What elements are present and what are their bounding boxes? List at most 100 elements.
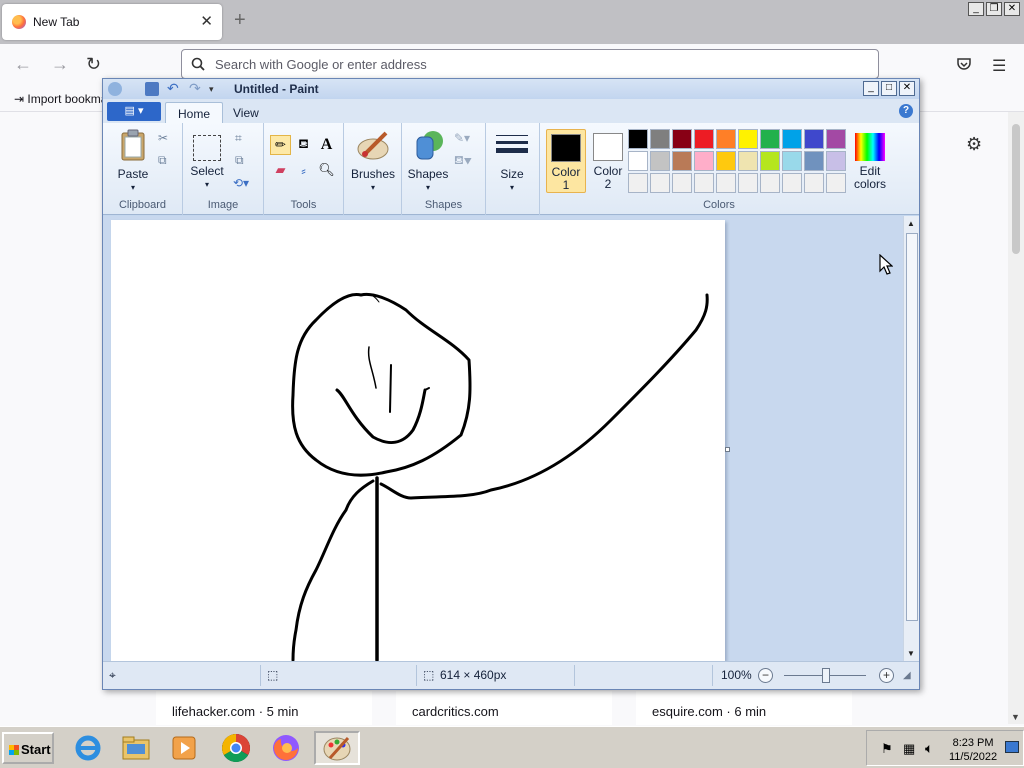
paste-button[interactable]: Paste ▾	[113, 129, 153, 194]
paste-dropdown-arrow-icon[interactable]: ▾	[113, 181, 153, 194]
close-window-button[interactable]: ✕	[1004, 2, 1020, 16]
start-button[interactable]: Start	[2, 732, 54, 764]
color1-button[interactable]: Color 1	[546, 129, 586, 193]
restore-button[interactable]: ❐	[986, 2, 1002, 16]
forward-arrow-icon[interactable]: →	[51, 54, 69, 74]
browser-scrollbar[interactable]: ▼	[1008, 112, 1024, 724]
help-icon[interactable]: ?	[899, 104, 913, 118]
show-desktop-icon[interactable]	[1005, 741, 1019, 753]
palette-swatch[interactable]	[782, 129, 802, 149]
paint-taskbar-icon[interactable]	[314, 731, 360, 765]
edit-colors-button[interactable]: Edit colors	[848, 129, 892, 193]
system-clock[interactable]: 8:23 PM 11/5/2022	[949, 736, 997, 764]
volume-icon[interactable]: 🔈︎	[925, 740, 933, 757]
browser-scroll-thumb[interactable]	[1012, 124, 1020, 254]
palette-swatch[interactable]	[694, 173, 714, 193]
customize-quick-access-icon[interactable]: ▾	[209, 82, 223, 96]
brushes-button[interactable]: Brushes ▾	[350, 129, 396, 194]
palette-swatch[interactable]	[804, 151, 824, 171]
palette-swatch[interactable]	[716, 129, 736, 149]
paint-app-icon[interactable]	[108, 82, 122, 96]
palette-swatch[interactable]	[804, 173, 824, 193]
palette-swatch[interactable]	[672, 173, 692, 193]
eraser-icon[interactable]: ▰	[270, 160, 291, 180]
palette-swatch[interactable]	[628, 173, 648, 193]
palette-swatch[interactable]	[760, 173, 780, 193]
text-tool-icon[interactable]: A	[316, 135, 337, 155]
close-tab-button[interactable]: ✕	[200, 12, 213, 30]
select-dropdown-arrow-icon[interactable]: ▾	[189, 178, 225, 191]
zoom-in-button[interactable]: +	[879, 668, 894, 683]
paint-maximize-button[interactable]: □	[881, 81, 897, 96]
palette-swatch[interactable]	[826, 151, 846, 171]
fill-bucket-icon[interactable]: ⛾	[293, 135, 314, 155]
palette-swatch[interactable]	[694, 151, 714, 171]
brushes-dropdown-arrow-icon[interactable]: ▾	[350, 181, 396, 194]
media-player-icon[interactable]	[166, 731, 202, 765]
internet-explorer-icon[interactable]	[70, 731, 106, 765]
palette-swatch[interactable]	[650, 129, 670, 149]
paint-close-button[interactable]: ✕	[899, 81, 915, 96]
cut-icon[interactable]: ✂	[158, 131, 168, 145]
paint-file-menu-button[interactable]: ▤ ▾	[107, 102, 161, 121]
undo-icon[interactable]: ↶	[167, 81, 181, 96]
import-bookmarks-link[interactable]: ⇥ Import bookma	[14, 92, 107, 106]
zoom-slider-thumb[interactable]	[822, 668, 830, 683]
palette-swatch[interactable]	[782, 151, 802, 171]
drawing-canvas[interactable]	[111, 220, 730, 661]
reload-icon[interactable]: ↻	[86, 54, 101, 74]
canvas-resize-handle[interactable]	[725, 447, 730, 452]
gear-icon[interactable]: ⚙	[966, 134, 982, 155]
canvas-vertical-scrollbar[interactable]: ▲ ▼	[903, 216, 919, 661]
browser-tab-new-tab[interactable]: New Tab ✕	[2, 4, 222, 40]
network-icon[interactable]: ▦	[903, 741, 915, 757]
shapes-dropdown-arrow-icon[interactable]: ▾	[406, 181, 450, 194]
palette-swatch[interactable]	[804, 129, 824, 149]
palette-swatch[interactable]	[716, 173, 736, 193]
pencil-icon[interactable]: ✏	[270, 135, 291, 155]
palette-swatch[interactable]	[628, 151, 648, 171]
address-bar[interactable]: Search with Google or enter address	[181, 49, 879, 79]
resize-icon[interactable]: ⧉	[235, 153, 244, 168]
palette-swatch[interactable]	[672, 151, 692, 171]
palette-swatch[interactable]	[650, 173, 670, 193]
firefox-icon[interactable]	[268, 731, 304, 765]
palette-swatch[interactable]	[826, 129, 846, 149]
menu-hamburger-icon[interactable]: ☰	[992, 56, 1006, 76]
top-site-card[interactable]: lifehacker.com · 5 min	[156, 691, 372, 725]
color-picker-icon[interactable]: ⸗	[293, 160, 314, 180]
chrome-icon[interactable]	[218, 731, 254, 765]
top-site-card[interactable]: cardcritics.com	[396, 691, 612, 725]
back-arrow-icon[interactable]: ←	[14, 54, 32, 74]
palette-swatch[interactable]	[782, 173, 802, 193]
palette-swatch[interactable]	[716, 151, 736, 171]
top-site-card[interactable]: esquire.com · 6 min	[636, 691, 852, 725]
zoom-out-button[interactable]: −	[758, 668, 773, 683]
resize-grip-icon[interactable]: ◢	[903, 670, 911, 681]
fill-icon[interactable]: ⛾▾	[454, 153, 472, 169]
canvas-scroll-thumb[interactable]	[906, 233, 918, 621]
size-button[interactable]: Size ▾	[492, 129, 532, 194]
palette-swatch[interactable]	[760, 129, 780, 149]
pocket-icon[interactable]	[956, 56, 972, 72]
new-tab-button[interactable]: +	[234, 10, 246, 30]
palette-swatch[interactable]	[760, 151, 780, 171]
palette-swatch[interactable]	[738, 151, 758, 171]
palette-swatch[interactable]	[738, 173, 758, 193]
shapes-button[interactable]: Shapes ▾	[406, 129, 450, 194]
rotate-icon[interactable]: ⟲▾	[233, 176, 249, 190]
outline-icon[interactable]: ✎▾	[454, 131, 470, 145]
palette-swatch[interactable]	[628, 129, 648, 149]
file-explorer-icon[interactable]	[118, 731, 154, 765]
size-dropdown-arrow-icon[interactable]: ▾	[492, 181, 532, 194]
scroll-down-arrow-icon[interactable]: ▼	[907, 649, 915, 658]
scroll-up-arrow-icon[interactable]: ▲	[907, 219, 915, 228]
save-icon[interactable]	[145, 82, 159, 96]
select-button[interactable]: Select ▾	[189, 129, 225, 191]
crop-icon[interactable]: ⌗	[235, 131, 242, 146]
palette-swatch[interactable]	[738, 129, 758, 149]
color2-button[interactable]: Color 2	[588, 129, 628, 193]
palette-swatch[interactable]	[694, 129, 714, 149]
action-center-flag-icon[interactable]: ⚑	[881, 741, 893, 757]
magnifier-icon[interactable]: 🔍︎	[316, 160, 337, 180]
